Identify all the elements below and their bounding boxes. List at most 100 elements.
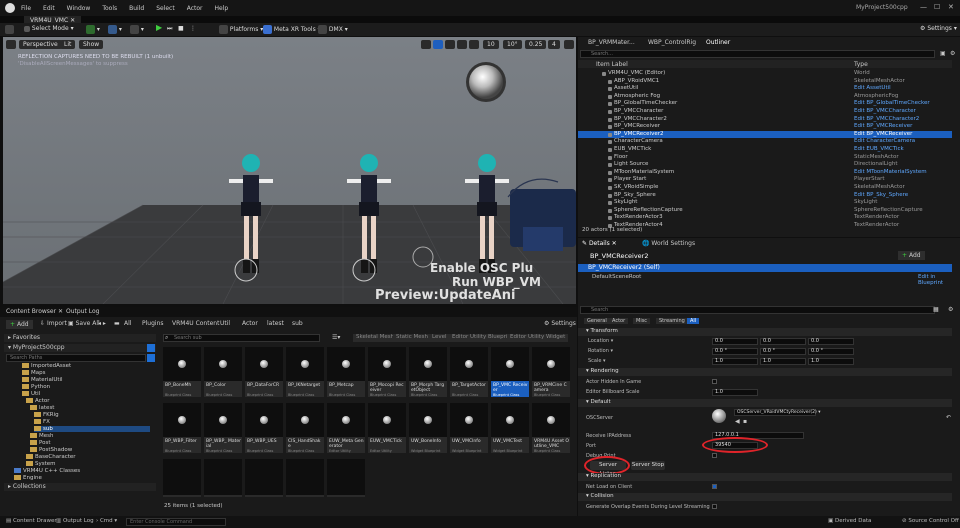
history-back-icon[interactable]: ◂ ▸: [98, 320, 106, 327]
asset-tile[interactable]: BP_VMC Receiver Blueprint Class: [491, 347, 529, 397]
tab-outliner[interactable]: Outliner: [706, 39, 730, 46]
tree-basecharacter[interactable]: BaseCharacter: [26, 454, 76, 460]
outliner-row[interactable]: BP_VMCCharacter Edit BP_VMCCharacter: [578, 108, 952, 116]
asset-tile[interactable]: BP_WBP_ Material Blueprint Class: [204, 403, 242, 453]
menu-select[interactable]: Select: [156, 5, 175, 12]
filter-skeletal-mesh[interactable]: Skeletal Mesh: [353, 334, 398, 342]
asset-tile[interactable]: BP_VRMCine Camera Blueprint Class: [532, 347, 570, 397]
breadcrumb-latest[interactable]: latest: [267, 320, 284, 327]
asset-tile[interactable]: UW_VMCTest Widget Blueprint: [491, 403, 529, 453]
outliner-row-type[interactable]: Edit CharacterCamera: [854, 138, 915, 144]
world-settings-tab[interactable]: 🌐 World Settings: [642, 240, 695, 247]
location-dropdown[interactable]: Location ▾: [588, 338, 613, 344]
cb-settings-button[interactable]: ⚙ Settings: [544, 320, 576, 327]
tree-util[interactable]: Util: [22, 391, 40, 397]
tab-bp-vrm-material[interactable]: BP_VRMMater...: [588, 39, 635, 46]
breadcrumb-actor[interactable]: Actor: [242, 320, 258, 327]
scale-dropdown[interactable]: Scale ▾: [588, 358, 606, 364]
section-default[interactable]: ▾ Default: [578, 399, 952, 407]
menu-file[interactable]: File: [21, 5, 31, 12]
outliner-row-type[interactable]: Edit BP_VMCReceiver: [854, 123, 912, 129]
scale-snap-button[interactable]: 0.25: [525, 40, 547, 49]
outliner-row[interactable]: BP_VMCCharacter2 Edit BP_VMCCharacter2: [578, 116, 952, 124]
console-input[interactable]: Enter Console Command: [126, 518, 226, 526]
outliner-row-type[interactable]: Edit BP_Sky_Sphere: [854, 192, 908, 198]
outliner-row[interactable]: EUB_VMCTick Edit EUB_VMCTick: [578, 146, 952, 154]
collections-header[interactable]: ▸ Collections: [4, 483, 156, 491]
outliner-row[interactable]: Floor StaticMeshActor: [578, 154, 952, 162]
rotation-z-field[interactable]: 0.0 °: [808, 348, 854, 355]
grid-snap-button[interactable]: 10: [483, 40, 499, 49]
select-tool-icon[interactable]: [421, 40, 431, 49]
section-rendering[interactable]: ▾ Rendering: [578, 368, 952, 376]
tree-sub[interactable]: sub: [34, 426, 150, 432]
rotation-y-field[interactable]: 0.0 °: [760, 348, 806, 355]
asset-tile[interactable]: BP_IKNetarget Blueprint Class: [286, 347, 324, 397]
tree-python[interactable]: Python: [22, 384, 50, 390]
details-search-input[interactable]: Search: [580, 306, 935, 314]
play-icon[interactable]: ▶: [156, 23, 162, 32]
billboard-scale-field[interactable]: 1.0: [712, 389, 758, 396]
location-x-field[interactable]: 0.0: [712, 338, 758, 345]
outliner-row[interactable]: ABP_VRoidVMC1 SkeletalMeshActor: [578, 78, 952, 86]
tree-mesh[interactable]: Mesh: [30, 433, 53, 439]
asset-tile[interactable]: BP_Mocopi Receiver Blueprint Class: [368, 347, 406, 397]
select-mode-dropdown[interactable]: Select Mode ▾: [24, 25, 74, 32]
filter-level[interactable]: Level: [429, 334, 450, 342]
meta-xr-menu[interactable]: Meta XR Tools ▾: [263, 25, 321, 34]
outliner-row-type[interactable]: Edit BP_GlobalTimeChecker: [854, 100, 930, 106]
step-icon[interactable]: ⏭: [167, 25, 172, 33]
menu-tools[interactable]: Tools: [102, 5, 117, 12]
derived-data-button[interactable]: ▣ Derived Data: [828, 518, 871, 524]
use-selected-icon[interactable]: ▪: [743, 418, 747, 425]
tree-latest[interactable]: latest: [30, 405, 54, 411]
tree-materialutil[interactable]: MaterialUtil: [22, 377, 63, 383]
outliner-row[interactable]: MToonMaterialSystem Edit MToonMaterialSys…: [578, 169, 952, 177]
lit-button[interactable]: Lit: [60, 40, 76, 49]
asset-tile[interactable]: CIS_HandShake Blueprint Class: [286, 403, 324, 453]
project-header[interactable]: ▾ MyProject500cpp: [4, 344, 156, 352]
asset-tile[interactable]: UW_VMCInfo Widget Blueprint: [450, 403, 488, 453]
outliner-row[interactable]: SK_VRoidSimple SkeletalMeshActor: [578, 184, 952, 192]
asset-tile[interactable]: BP_Color Blueprint Class: [204, 347, 242, 397]
column-item-label[interactable]: Item Label: [596, 61, 628, 68]
tree-actor[interactable]: Actor: [26, 398, 49, 404]
minimize-icon[interactable]: —: [920, 3, 927, 11]
dmx-menu[interactable]: DMX ▾: [318, 25, 348, 34]
add-actor-icon[interactable]: ▾: [86, 25, 100, 34]
outliner-row-type[interactable]: Edit MToonMaterialSystem: [854, 169, 927, 175]
outliner-row[interactable]: BP_VMCReceiver Edit BP_VMCReceiver: [578, 123, 952, 131]
filter-editor-utility-widget[interactable]: Editor Utility Widget: [507, 334, 569, 342]
asset-tile[interactable]: [286, 459, 324, 497]
details-settings-icon[interactable]: ⚙: [948, 306, 953, 313]
reset-to-default-icon[interactable]: ↶: [946, 414, 951, 421]
outliner-row[interactable]: TextRenderActor3 TextRenderActor: [578, 214, 952, 222]
asset-tile[interactable]: BP_Metcap Blueprint Class: [327, 347, 365, 397]
outliner-row-type[interactable]: Edit BP_VMCCharacter2: [854, 116, 919, 122]
close-icon[interactable]: ✕: [948, 3, 954, 11]
server-stop-button[interactable]: Server Stop: [631, 461, 665, 470]
tree-fkrig[interactable]: FKRig: [34, 412, 59, 418]
scale-z-field[interactable]: 1.0: [808, 358, 854, 365]
net-load-checkbox[interactable]: [712, 484, 717, 489]
cmd-dropdown[interactable]: › Cmd ▾: [96, 518, 117, 524]
source-control-button[interactable]: ⊘ Source Control Off: [902, 518, 959, 524]
column-type[interactable]: Type: [854, 61, 868, 68]
cinematics-icon[interactable]: ▾: [130, 25, 144, 34]
outliner-row[interactable]: SkyLight SkyLight: [578, 199, 952, 207]
outliner-row[interactable]: BP_GlobalTimeChecker Edit BP_GlobalTimeCh…: [578, 100, 952, 108]
section-collision[interactable]: ▾ Collision: [578, 493, 952, 501]
oscserver-dropdown[interactable]: OSCServer_VRoidVMCtyReceiver(2) ▾: [734, 409, 821, 416]
menu-actor[interactable]: Actor: [187, 5, 203, 12]
add-component-button[interactable]: + Add: [898, 251, 925, 260]
location-y-field[interactable]: 0.0: [760, 338, 806, 345]
filter-icon[interactable]: ☰▾: [332, 334, 340, 341]
tree-vrm4u-classes[interactable]: VRM4U C++ Classes: [14, 468, 80, 474]
scale-y-field[interactable]: 1.0: [760, 358, 806, 365]
outliner-settings-icon[interactable]: ⚙: [950, 50, 955, 57]
filter-editor-utility-blueprint[interactable]: Editor Utility Blueprint: [449, 334, 517, 342]
output-log-tab[interactable]: Output Log: [66, 308, 99, 315]
level-viewport[interactable]: Perspective Lit Show 10 10° 0.25 4 REFLE…: [3, 37, 576, 304]
content-browser-tab[interactable]: Content Browser ✕: [6, 308, 63, 315]
outliner-row[interactable]: SphereReflectionCapture SphereReflectionC…: [578, 207, 952, 215]
